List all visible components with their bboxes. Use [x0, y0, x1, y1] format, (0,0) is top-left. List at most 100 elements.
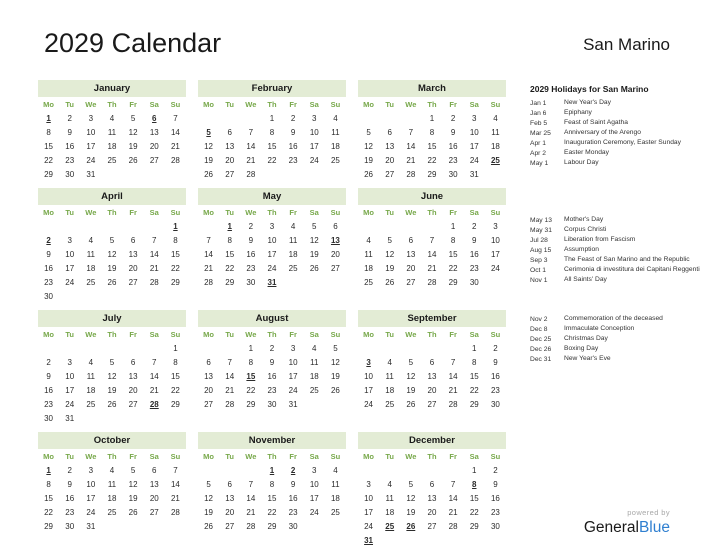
day-cell: 27: [204, 399, 214, 409]
week-row: 4 5 6 7 8 9 10: [358, 233, 506, 247]
day-cell: 11: [331, 479, 340, 489]
holiday-list-item: Jan 1 New Year's Day: [530, 98, 710, 108]
day-cell: 6: [387, 127, 392, 137]
day-cell: 10: [65, 371, 75, 381]
empty-day-cell: [358, 219, 379, 233]
footer-branding: powered by GeneralBlue: [584, 508, 670, 536]
day-cell: 13: [225, 141, 235, 151]
weekday-label: Mo: [203, 100, 214, 109]
day-cell: 9: [248, 235, 254, 245]
empty-day-cell: [219, 463, 240, 477]
day-cell: 16: [288, 493, 298, 503]
day-cell: 7: [152, 235, 157, 245]
day-cell: 19: [107, 385, 117, 395]
day-cell: 16: [44, 385, 54, 395]
weekday-label: Th: [267, 330, 277, 339]
empty-day-cell: [400, 533, 421, 547]
day-cell: 24: [469, 155, 479, 165]
day-cell: 11: [107, 127, 117, 137]
weekday-header-row: Mo Tu We Th Fr Sa Su: [38, 450, 186, 463]
day-cell: 17: [65, 385, 75, 395]
day-cell: 21: [246, 155, 256, 165]
day-cell: 16: [65, 493, 75, 503]
weekday-header-row: Mo Tu We Th Fr Sa Su: [198, 206, 346, 219]
day-cell: 16: [44, 263, 54, 273]
day-cell: 23: [44, 277, 54, 287]
weekday-label: Sa: [149, 208, 159, 217]
day-cell: 16: [448, 141, 458, 151]
day-cell: 16: [288, 141, 298, 151]
empty-day-cell: [325, 167, 346, 181]
day-cell: 4: [333, 113, 338, 123]
day-cell: 25: [309, 385, 319, 395]
holiday-date: Apr 1: [530, 139, 546, 147]
day-cell: 7: [450, 357, 456, 367]
day-cell: 26: [204, 521, 214, 531]
holiday-day-cell: 25: [490, 155, 500, 165]
week-row: 12 13 14 15 16 17 18: [358, 139, 506, 153]
day-cell: 29: [246, 399, 256, 409]
day-cell: 15: [44, 493, 54, 503]
day-cell: 26: [309, 263, 319, 273]
day-cell: 15: [448, 249, 458, 259]
weekday-label: Su: [330, 330, 341, 339]
week-row: 1: [38, 219, 186, 233]
day-cell: 24: [288, 385, 298, 395]
empty-day-cell: [325, 397, 346, 411]
day-cell: 20: [225, 507, 235, 517]
holiday-date: Jan 6: [530, 109, 547, 117]
week-row: 24 25 26 27 28 29 30: [358, 519, 506, 533]
weekday-label: Th: [107, 330, 117, 339]
day-cell: 27: [128, 277, 138, 287]
holiday-list-item: Sep 3 The Feast of San Marino and the Rep…: [530, 255, 710, 265]
day-cell: 29: [448, 277, 458, 287]
month-day-grid: Mo Tu We Th Fr Sa Su 1 2 3 4 5 6 7 8 9 10 11 12 13 14 15 16 17 1…: [198, 98, 346, 181]
day-cell: 20: [330, 249, 340, 259]
weekday-label: Mo: [363, 100, 374, 109]
week-row: 9 10 11 12 13 14 15: [38, 247, 186, 261]
day-cell: 20: [128, 385, 138, 395]
day-cell: 17: [469, 141, 479, 151]
weekday-label: Th: [427, 452, 437, 461]
day-cell: 4: [387, 357, 392, 367]
holiday-name: The Feast of San Marino and the Republic: [564, 256, 690, 263]
holiday-date: May 13: [530, 216, 552, 224]
holiday-day-cell: 1: [269, 465, 275, 475]
day-cell: 4: [312, 343, 317, 353]
day-cell: 17: [86, 141, 96, 151]
weekday-label: Fr: [289, 208, 297, 217]
day-cell: 23: [288, 155, 298, 165]
week-row: 1 2 3 4: [198, 111, 346, 125]
day-cell: 11: [86, 249, 95, 259]
empty-day-cell: [198, 341, 219, 355]
day-cell: 6: [408, 235, 414, 245]
day-cell: 27: [225, 521, 235, 531]
week-row: 9 10 11 12 13 14 15: [38, 369, 186, 383]
empty-day-cell: [421, 463, 442, 477]
day-cell: 17: [267, 249, 277, 259]
day-cell: 29: [44, 521, 54, 531]
weekday-label: Fr: [289, 100, 297, 109]
weekday-label: Fr: [449, 208, 457, 217]
day-cell: 29: [170, 399, 180, 409]
empty-day-cell: [101, 219, 122, 233]
day-cell: 14: [246, 141, 256, 151]
day-cell: 9: [67, 479, 72, 489]
month-title: April: [38, 188, 186, 205]
empty-day-cell: [165, 411, 186, 425]
day-cell: 20: [149, 141, 159, 151]
day-cell: 26: [107, 277, 117, 287]
empty-day-cell: [261, 167, 282, 181]
day-cell: 22: [170, 385, 180, 395]
day-cell: 18: [107, 493, 117, 503]
day-cell: 20: [225, 155, 235, 165]
holiday-date: Aug 15: [530, 246, 552, 254]
holiday-name: Boxing Day: [564, 345, 599, 352]
day-cell: 14: [149, 371, 159, 381]
empty-day-cell: [144, 411, 165, 425]
day-cell: 1: [472, 465, 477, 475]
weekday-label: Tu: [225, 208, 235, 217]
day-cell: 19: [385, 263, 395, 273]
day-cell: 18: [107, 141, 117, 151]
day-cell: 4: [387, 479, 392, 489]
